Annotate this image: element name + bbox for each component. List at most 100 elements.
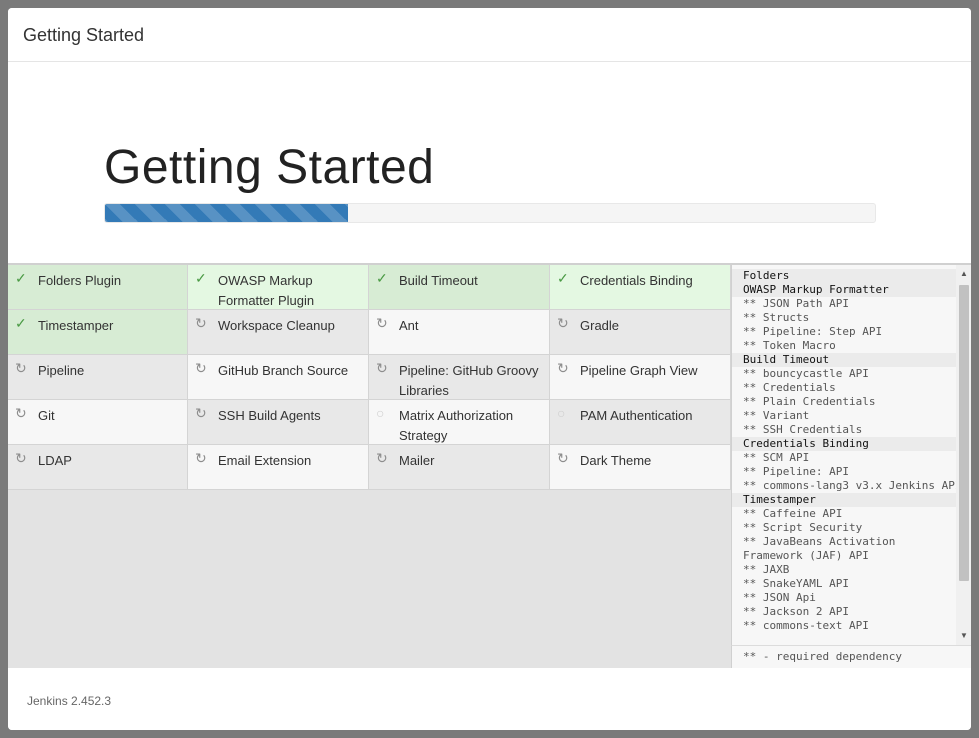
plugin-grid: ✓ Folders Plugin ✓ OWASP Markup Formatter P… — [8, 265, 731, 490]
plugin-item: ○ Matrix Authorization Strategy — [369, 400, 550, 445]
plugin-item: ↻ Dark Theme — [550, 445, 731, 490]
refresh-icon: ↻ — [15, 405, 27, 421]
log-dependency-line: ** Jackson 2 API — [743, 605, 849, 618]
dialog-title: Getting Started — [23, 25, 145, 45]
check-icon: ✓ — [195, 270, 207, 286]
plugin-label: Workspace Cleanup — [218, 318, 335, 333]
plugin-item: ✓ Build Timeout — [369, 265, 550, 310]
refresh-icon: ↻ — [557, 450, 569, 466]
plugin-item: ↻ GitHub Branch Source — [188, 355, 369, 400]
plugin-item: ✓ OWASP Markup Formatter Plugin — [188, 265, 369, 310]
check-icon: ✓ — [15, 315, 27, 331]
plugin-label: SSH Build Agents — [218, 408, 321, 423]
scroll-up-arrow-icon[interactable]: ▲ — [956, 267, 971, 281]
install-progress-bar — [104, 203, 876, 223]
plugin-item: ↻ Git — [8, 400, 188, 445]
plugin-label: Timestamper — [38, 318, 114, 333]
setup-dialog: Getting Started Getting Started ✓ Folders… — [8, 8, 971, 730]
log-dependency-line: ** Pipeline: API — [743, 465, 849, 478]
log-plugin-heading: Timestamper — [732, 493, 956, 507]
log-dependency-line: ** Pipeline: Step API — [743, 325, 883, 338]
plugin-label: Credentials Binding — [580, 273, 693, 288]
plugin-label: Mailer — [399, 453, 435, 468]
plugin-item: ↻ LDAP — [8, 445, 188, 490]
plugin-item: ↻ Mailer — [369, 445, 550, 490]
plugin-label: LDAP — [38, 453, 72, 468]
log-dependency-line: ** Credentials — [743, 381, 836, 394]
refresh-icon: ↻ — [557, 360, 569, 376]
plugin-label: Ant — [399, 318, 419, 333]
plugin-label: PAM Authentication — [580, 408, 693, 423]
refresh-icon: ↻ — [195, 450, 207, 466]
log-dependency-line: ** JavaBeans Activation Framework (JAF) … — [743, 535, 896, 562]
plugin-item: ↻ Email Extension — [188, 445, 369, 490]
log-dependency-line: ** SCM API — [743, 451, 810, 464]
log-scrollbar[interactable]: ▲ ▼ — [956, 265, 971, 645]
plugin-label: Email Extension — [218, 453, 312, 468]
plugin-label: Pipeline Graph View — [580, 363, 698, 378]
circle-icon: ○ — [376, 405, 385, 421]
plugin-item: ↻ Gradle — [550, 310, 731, 355]
dialog-header: Getting Started — [8, 8, 971, 62]
install-progress-fill — [105, 204, 348, 222]
log-dependency-line: ** Caffeine API — [743, 507, 843, 520]
plugin-item: ↻ Pipeline — [8, 355, 188, 400]
plugin-item: ✓ Timestamper — [8, 310, 188, 355]
page-title: Getting Started — [104, 141, 435, 194]
log-plugin-heading: Folders — [732, 269, 956, 283]
log-dependency-line: ** JSON Api — [743, 591, 816, 604]
install-log-lines: Folders OWASP Markup Formatter ** JSON Pat… — [732, 269, 962, 633]
refresh-icon: ↻ — [195, 315, 207, 331]
plugin-label: Git — [38, 408, 55, 423]
plugin-label: OWASP Markup Formatter Plugin — [218, 273, 315, 308]
refresh-icon: ↻ — [557, 315, 569, 331]
log-dependency-line: ** SSH Credentials — [743, 423, 863, 436]
log-dependency-line: ** Plain Credentials — [743, 395, 876, 408]
refresh-icon: ↻ — [376, 360, 388, 376]
log-dependency-line: ** bouncycastle API — [743, 367, 869, 380]
refresh-icon: ↻ — [195, 405, 207, 421]
log-dependency-line: ** Variant — [743, 409, 810, 422]
refresh-icon: ↻ — [15, 360, 27, 376]
log-dependency-line: ** Script Security — [743, 521, 863, 534]
plugin-item: ↻ Workspace Cleanup — [188, 310, 369, 355]
log-dependency-line: ** commons-lang3 v3.x Jenkins API — [743, 479, 962, 492]
refresh-icon: ↻ — [15, 450, 27, 466]
log-dependency-line: ** Structs — [743, 311, 810, 324]
dependency-legend: ** - required dependency — [731, 645, 971, 669]
plugin-item: ✓ Credentials Binding — [550, 265, 731, 310]
install-log: Folders OWASP Markup Formatter ** JSON Pat… — [731, 265, 971, 645]
check-icon: ✓ — [376, 270, 388, 286]
jenkins-version: Jenkins 2.452.3 — [27, 694, 112, 708]
log-dependency-line: ** commons-text API — [743, 619, 869, 632]
plugin-label: Pipeline — [38, 363, 85, 378]
plugin-label: Folders Plugin — [38, 273, 122, 288]
log-plugin-heading: OWASP Markup Formatter — [732, 283, 956, 297]
log-plugin-heading: Credentials Binding — [732, 437, 956, 451]
log-plugin-heading: Build Timeout — [732, 353, 956, 367]
plugin-label: Dark Theme — [580, 453, 652, 468]
log-dependency-line: ** Token Macro — [743, 339, 836, 352]
log-dependency-line: ** JAXB — [743, 563, 790, 576]
plugin-item: ↻ Ant — [369, 310, 550, 355]
plugin-label: Build Timeout — [399, 273, 478, 288]
plugin-label: Gradle — [580, 318, 620, 333]
refresh-icon: ↻ — [195, 360, 207, 376]
plugin-item: ↻ SSH Build Agents — [188, 400, 369, 445]
dialog-footer: Jenkins 2.452.3 — [8, 668, 971, 730]
refresh-icon: ↻ — [376, 450, 388, 466]
log-dependency-line: ** SnakeYAML API — [743, 577, 849, 590]
plugin-item: ○ PAM Authentication — [550, 400, 731, 445]
refresh-icon: ↻ — [376, 315, 388, 331]
check-icon: ✓ — [15, 270, 27, 286]
plugin-item: ↻ Pipeline Graph View — [550, 355, 731, 400]
scroll-thumb[interactable] — [959, 285, 969, 581]
install-content: ✓ Folders Plugin ✓ OWASP Markup Formatter P… — [8, 263, 971, 670]
scroll-down-arrow-icon[interactable]: ▼ — [956, 629, 971, 643]
hero-section: Getting Started — [8, 62, 971, 263]
plugin-label: Matrix Authorization Strategy — [399, 408, 514, 443]
check-icon: ✓ — [557, 270, 569, 286]
plugin-item: ✓ Folders Plugin — [8, 265, 188, 310]
circle-icon: ○ — [557, 405, 566, 421]
plugin-item: ↻ Pipeline: GitHub Groovy Libraries — [369, 355, 550, 400]
